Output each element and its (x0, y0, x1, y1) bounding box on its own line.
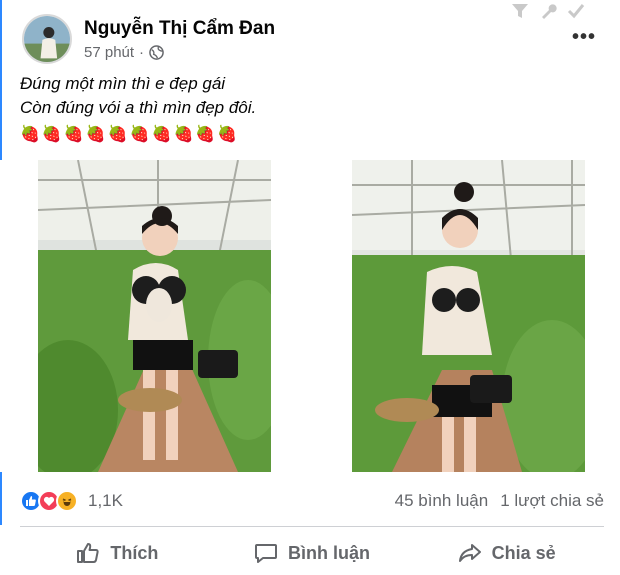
more-icon[interactable]: ••• (572, 26, 596, 49)
comment-label: Bình luận (288, 542, 370, 563)
thumbs-up-icon (77, 543, 99, 563)
check-icon[interactable] (566, 2, 586, 20)
wrench-icon[interactable] (538, 2, 558, 20)
caption-line-1: Đúng một mìn thì e đẹp gái (20, 74, 226, 93)
globe-icon (149, 45, 164, 60)
like-label: Thích (110, 542, 159, 563)
photo-2[interactable] (352, 160, 585, 472)
like-button[interactable]: Thích (20, 534, 215, 572)
comments-count[interactable]: 45 bình luận (395, 491, 489, 511)
share-icon (458, 544, 481, 562)
share-button[interactable]: Chia sẻ (409, 534, 604, 572)
strawberry-emoji-line: 🍓🍓🍓🍓🍓🍓🍓🍓🍓🍓 (20, 126, 240, 143)
caption-line-2: Còn đúng vói a thì mìn đẹp đôi. (20, 98, 257, 117)
divider (20, 526, 604, 527)
comment-button[interactable]: Bình luận (215, 534, 410, 572)
share-label: Chia sẻ (491, 542, 556, 563)
photo-1[interactable] (38, 160, 271, 472)
haha-reaction-icon (56, 490, 78, 512)
filter-icon[interactable] (510, 2, 530, 20)
reaction-icons[interactable] (20, 490, 78, 512)
photo-grid (0, 160, 620, 472)
post-time[interactable]: 57 phút (84, 44, 134, 61)
engagement-stats: 1,1K 45 bình luận 1 lượt chia sẻ (20, 486, 604, 516)
avatar[interactable] (22, 14, 72, 64)
post-header: Nguyễn Thị Cẩm Đan 57 phút · (22, 14, 275, 64)
comment-icon (255, 544, 277, 563)
author-name[interactable]: Nguyễn Thị Cẩm Đan (84, 17, 275, 41)
post-caption: Đúng một mìn thì e đẹp gái Còn đúng vói … (20, 72, 256, 120)
separator-dot: · (139, 44, 145, 61)
post-actions: Thích Bình luận Chia sẻ (20, 534, 604, 572)
reaction-count[interactable]: 1,1K (88, 491, 123, 511)
toolbar-icons (510, 2, 586, 20)
shares-count[interactable]: 1 lượt chia sẻ (500, 491, 604, 511)
